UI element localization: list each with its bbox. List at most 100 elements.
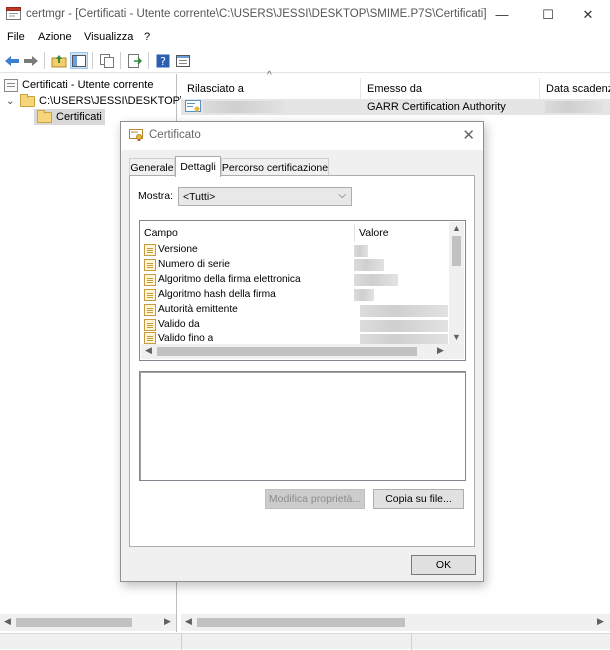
properties-icon[interactable] — [174, 52, 192, 69]
menu-help[interactable]: ? — [144, 31, 150, 43]
tree-node-root[interactable]: Certificati - Utente corrente — [4, 77, 153, 93]
list-horizontal-scrollbar[interactable]: ◀ ▶ — [181, 614, 610, 631]
copy-icon[interactable] — [98, 52, 116, 69]
fields-list: Campo Valore Versione Numero di serie Al… — [139, 220, 466, 361]
toolbar-separator — [92, 52, 93, 69]
column-header-data-scadenza[interactable]: Data scadenza — [540, 78, 610, 100]
toolbar: ? — [0, 48, 610, 73]
list-item[interactable]: Numero di serie — [144, 257, 230, 272]
edit-properties-button: Modifica proprietà... — [265, 489, 365, 509]
table-row[interactable]: GARR Certification Authority — [181, 99, 610, 115]
tab-percorso-certificazione[interactable]: Percorso certificazione — [221, 158, 329, 176]
scroll-left-icon[interactable]: ◀ — [4, 616, 11, 627]
field-icon — [144, 273, 156, 286]
list-item[interactable]: Valido da — [144, 317, 200, 332]
column-header-valore[interactable]: Valore — [355, 224, 450, 242]
tab-generale[interactable]: Generale — [129, 158, 175, 176]
certificate-dialog: Certificato ✕ Generale Dettagli Percorso… — [120, 121, 484, 582]
tree-node-root-label: Certificati - Utente corrente — [22, 79, 154, 91]
dialog-close-button[interactable]: ✕ — [462, 126, 475, 144]
fields-vertical-scrollbar[interactable]: ▲ ▼ — [449, 222, 464, 344]
redacted-value — [360, 305, 448, 317]
list-item[interactable]: Algoritmo della firma elettronica — [144, 272, 301, 287]
field-icon — [144, 258, 156, 271]
issuer-cell: GARR Certification Authority — [367, 101, 506, 113]
toolbar-separator — [120, 52, 121, 69]
scroll-down-icon[interactable]: ▼ — [452, 332, 461, 342]
certmgr-app-icon — [6, 7, 21, 20]
scroll-right-icon[interactable]: ▶ — [437, 345, 444, 356]
field-icon — [144, 332, 156, 344]
redacted-value — [354, 274, 398, 286]
forward-arrow-icon[interactable] — [22, 52, 40, 69]
export-list-icon[interactable] — [126, 52, 144, 69]
scroll-thumb[interactable] — [157, 347, 417, 356]
list-item[interactable]: Versione — [144, 242, 198, 257]
help-icon[interactable]: ? — [154, 52, 172, 69]
show-label: Mostra: — [138, 190, 174, 202]
scroll-left-icon[interactable]: ◀ — [145, 345, 152, 356]
tree-node-certificati[interactable]: Certificati — [34, 109, 105, 125]
menu-bar: File Azione Visualizza ? — [0, 29, 610, 47]
show-tree-icon[interactable] — [70, 52, 88, 69]
tab-dettagli[interactable]: Dettagli — [175, 156, 221, 177]
show-select[interactable]: <Tutti> ⌵ — [178, 187, 352, 206]
status-bar — [0, 633, 610, 650]
scroll-thumb[interactable] — [197, 618, 405, 627]
chevron-down-icon: ⌵ — [338, 190, 346, 201]
close-button[interactable]: ✕ — [568, 0, 608, 29]
menu-azione[interactable]: Azione — [38, 31, 72, 43]
toolbar-separator — [148, 52, 149, 69]
redacted-value — [354, 259, 384, 271]
list-item[interactable]: Algoritmo hash della firma — [144, 287, 276, 302]
field-icon — [144, 318, 156, 331]
list-item[interactable]: Autorità emittente — [144, 302, 238, 317]
scroll-right-icon[interactable]: ▶ — [164, 616, 171, 627]
list-item[interactable]: Valido fino a — [144, 332, 213, 344]
window-title: certmgr - [Certificati - Utente corrente… — [26, 8, 487, 20]
field-icon — [144, 243, 156, 256]
maximize-button[interactable]: ☐ — [528, 0, 568, 29]
status-cell — [181, 634, 411, 650]
redacted-value — [354, 245, 368, 257]
dialog-title-bar: Certificato ✕ — [121, 122, 483, 150]
copy-to-file-button[interactable]: Copia su file... — [373, 489, 464, 509]
scroll-thumb[interactable] — [452, 236, 461, 266]
column-header-emesso-da[interactable]: Emesso da — [361, 78, 540, 100]
redacted-value — [360, 320, 448, 332]
svg-text:?: ? — [160, 55, 166, 68]
toolbar-separator — [44, 52, 45, 69]
tree-horizontal-scrollbar[interactable]: ◀ ▶ — [0, 614, 176, 631]
dialog-title: Certificato — [149, 129, 201, 141]
status-cell — [411, 634, 610, 650]
fields-horizontal-scrollbar[interactable]: ◀ ▶ — [141, 344, 464, 359]
minimize-button[interactable]: — — [482, 0, 522, 29]
scroll-left-icon[interactable]: ◀ — [185, 616, 192, 627]
tree-node-certificati-label: Certificati — [56, 111, 102, 123]
redacted-subject — [203, 101, 285, 113]
folder-icon — [20, 93, 35, 107]
redacted-value — [360, 334, 448, 344]
scroll-right-icon[interactable]: ▶ — [597, 616, 604, 627]
menu-visualizza[interactable]: Visualizza — [84, 31, 133, 43]
up-folder-icon[interactable] — [50, 52, 68, 69]
show-select-value: <Tutti> — [183, 190, 216, 203]
menu-file[interactable]: File — [7, 31, 25, 43]
certificate-icon — [185, 100, 201, 112]
field-icon — [144, 303, 156, 316]
title-bar: certmgr - [Certificati - Utente corrente… — [0, 0, 610, 29]
back-arrow-icon[interactable] — [3, 52, 21, 69]
redacted-value — [354, 289, 374, 301]
scroll-thumb[interactable] — [16, 618, 132, 627]
scroll-up-icon[interactable]: ▲ — [452, 223, 461, 233]
details-panel: Mostra: <Tutti> ⌵ Campo Valore Versione … — [129, 175, 475, 547]
ok-button[interactable]: OK — [411, 555, 476, 575]
certificate-store-icon — [4, 78, 18, 92]
column-header-campo[interactable]: Campo — [140, 224, 355, 242]
certificate-icon — [129, 129, 143, 142]
column-header-rilasciato-a[interactable]: Rilasciato a — [181, 78, 361, 100]
field-value-textbox[interactable] — [139, 371, 466, 481]
redacted-expiry — [545, 101, 603, 113]
field-icon — [144, 288, 156, 301]
expand-chevron-icon[interactable]: ⌄ — [6, 96, 18, 107]
